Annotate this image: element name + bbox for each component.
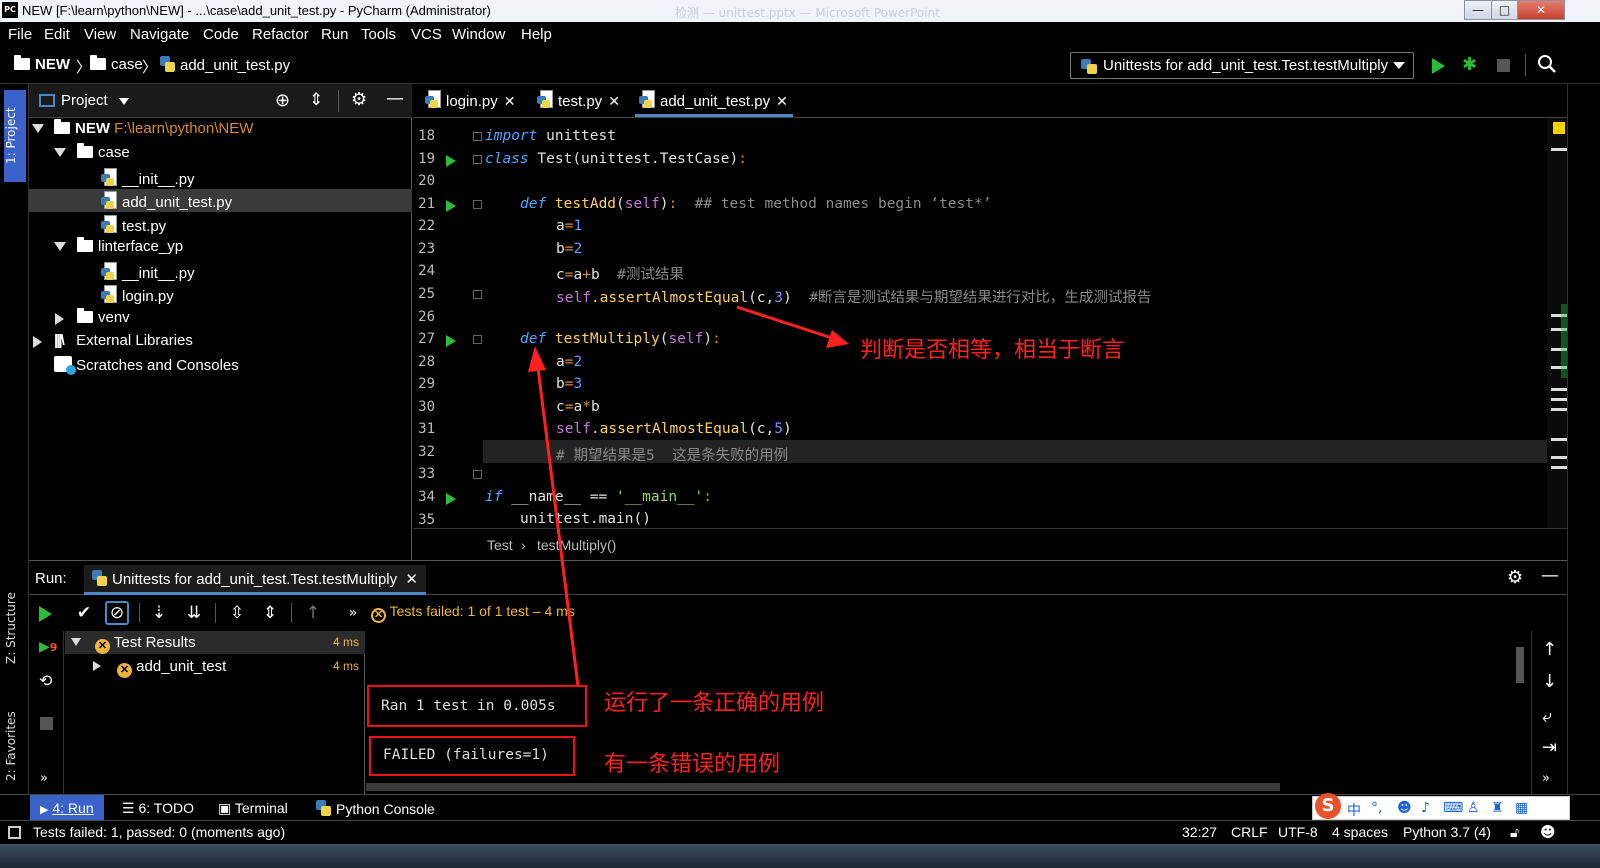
annotation-arrows [528,305,849,687]
inspector-icon[interactable]: ☻ [1540,823,1556,841]
tool-tab-terminal[interactable]: ▣ Terminal [218,800,288,817]
file-encoding[interactable]: UTF-8 [1278,824,1318,840]
ime-toolbar[interactable]: S 中 °, ☻ ♪ ⌨ ♙ ♜ ▦ [1312,793,1570,820]
python-interpreter[interactable]: Python 3.7 (4) [1403,824,1491,840]
indent-setting[interactable]: 4 spaces [1332,824,1388,840]
tool-tab-label: Terminal [234,800,288,816]
python-console-icon [316,800,331,816]
tool-tab-python-console[interactable]: Python Console [316,800,435,817]
keyboard-icon[interactable]: ⌨ [1443,800,1463,816]
lock-icon[interactable]: 🔓︎ [1510,825,1519,841]
tool-tab-label: 4: Run [52,800,94,816]
tool-tab-label: Python Console [336,801,435,817]
status-toggle-icon[interactable] [8,826,21,839]
status-message[interactable]: Tests failed: 1, passed: 0 (moments ago) [33,824,285,840]
microphone-icon[interactable]: ♪ [1421,800,1430,816]
terminal-icon: ▣ [218,800,232,816]
emoji-icon[interactable]: ☻ [1397,800,1412,816]
caret-position[interactable]: 32:27 [1182,824,1217,840]
annotation-assert-note: 判断是否相等，相当于断言 [860,338,1125,363]
status-bar: Tests failed: 1, passed: 0 (moments ago)… [0,820,1600,844]
tool-tab-todo[interactable]: ☰ 6: TODO [122,800,194,817]
line-separator[interactable]: CRLF [1231,824,1268,840]
annotation-failed-note: 有一条错误的用例 [604,752,781,777]
ime-mode-indicator[interactable]: 中 [1347,800,1361,820]
sogou-ime-icon[interactable]: S [1315,793,1341,819]
list-icon: ☰ [122,800,135,816]
punctuation-icon[interactable]: °, [1371,800,1382,816]
tool-tab-run[interactable]: ▶ 4: Run [30,795,104,821]
skin-icon[interactable]: ♜ [1491,800,1504,816]
os-taskbar [0,844,1600,868]
toolbox-icon[interactable]: ▦ [1515,800,1528,816]
tool-tab-label: 6: TODO [138,800,194,816]
user-icon[interactable]: ♙ [1467,800,1480,816]
annotation-ran-note: 运行了一条正确的用例 [604,691,825,716]
